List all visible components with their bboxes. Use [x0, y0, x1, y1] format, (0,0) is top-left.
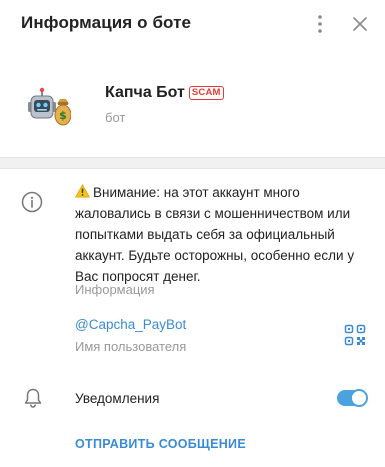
info-icon	[21, 191, 43, 213]
notifications-toggle[interactable]	[337, 389, 368, 407]
qr-code-icon[interactable]	[344, 324, 366, 346]
bot-info-panel: Информация о боте $ Капча Бот SCAM бот В…	[0, 0, 385, 467]
robot-money-bag-icon: $	[28, 87, 71, 126]
close-button[interactable]	[346, 10, 374, 38]
scam-badge: SCAM	[188, 86, 224, 100]
warning-emoji-icon	[75, 184, 90, 198]
notifications-label: Уведомления	[75, 391, 160, 406]
bot-profile: $ Капча Бот SCAM бот	[0, 60, 385, 150]
close-icon	[353, 17, 367, 31]
section-divider	[0, 157, 385, 169]
username-link[interactable]: @Capcha_PayBot	[75, 317, 186, 332]
bot-name: Капча Бот	[105, 84, 185, 101]
svg-text:$: $	[59, 109, 67, 122]
bot-description: Внимание: на этот аккаунт много жаловали…	[75, 182, 375, 287]
panel-header: Информация о боте	[0, 0, 385, 50]
info-label: Информация	[75, 282, 155, 297]
bell-icon	[24, 388, 42, 408]
more-options-button[interactable]	[306, 10, 334, 38]
bot-status: бот	[105, 110, 126, 125]
panel-title: Информация о боте	[21, 13, 192, 32]
username-label: Имя пользователя	[75, 339, 187, 354]
send-message-button[interactable]: ОТПРАВИТЬ СООБЩЕНИЕ	[75, 437, 246, 451]
more-vertical-icon	[318, 15, 322, 33]
warning-message: Внимание: на этот аккаунт много жаловали…	[75, 185, 355, 284]
toggle-knob	[350, 389, 368, 407]
bot-name-row: Капча Бот SCAM	[105, 84, 224, 102]
avatar[interactable]: $	[22, 80, 76, 134]
